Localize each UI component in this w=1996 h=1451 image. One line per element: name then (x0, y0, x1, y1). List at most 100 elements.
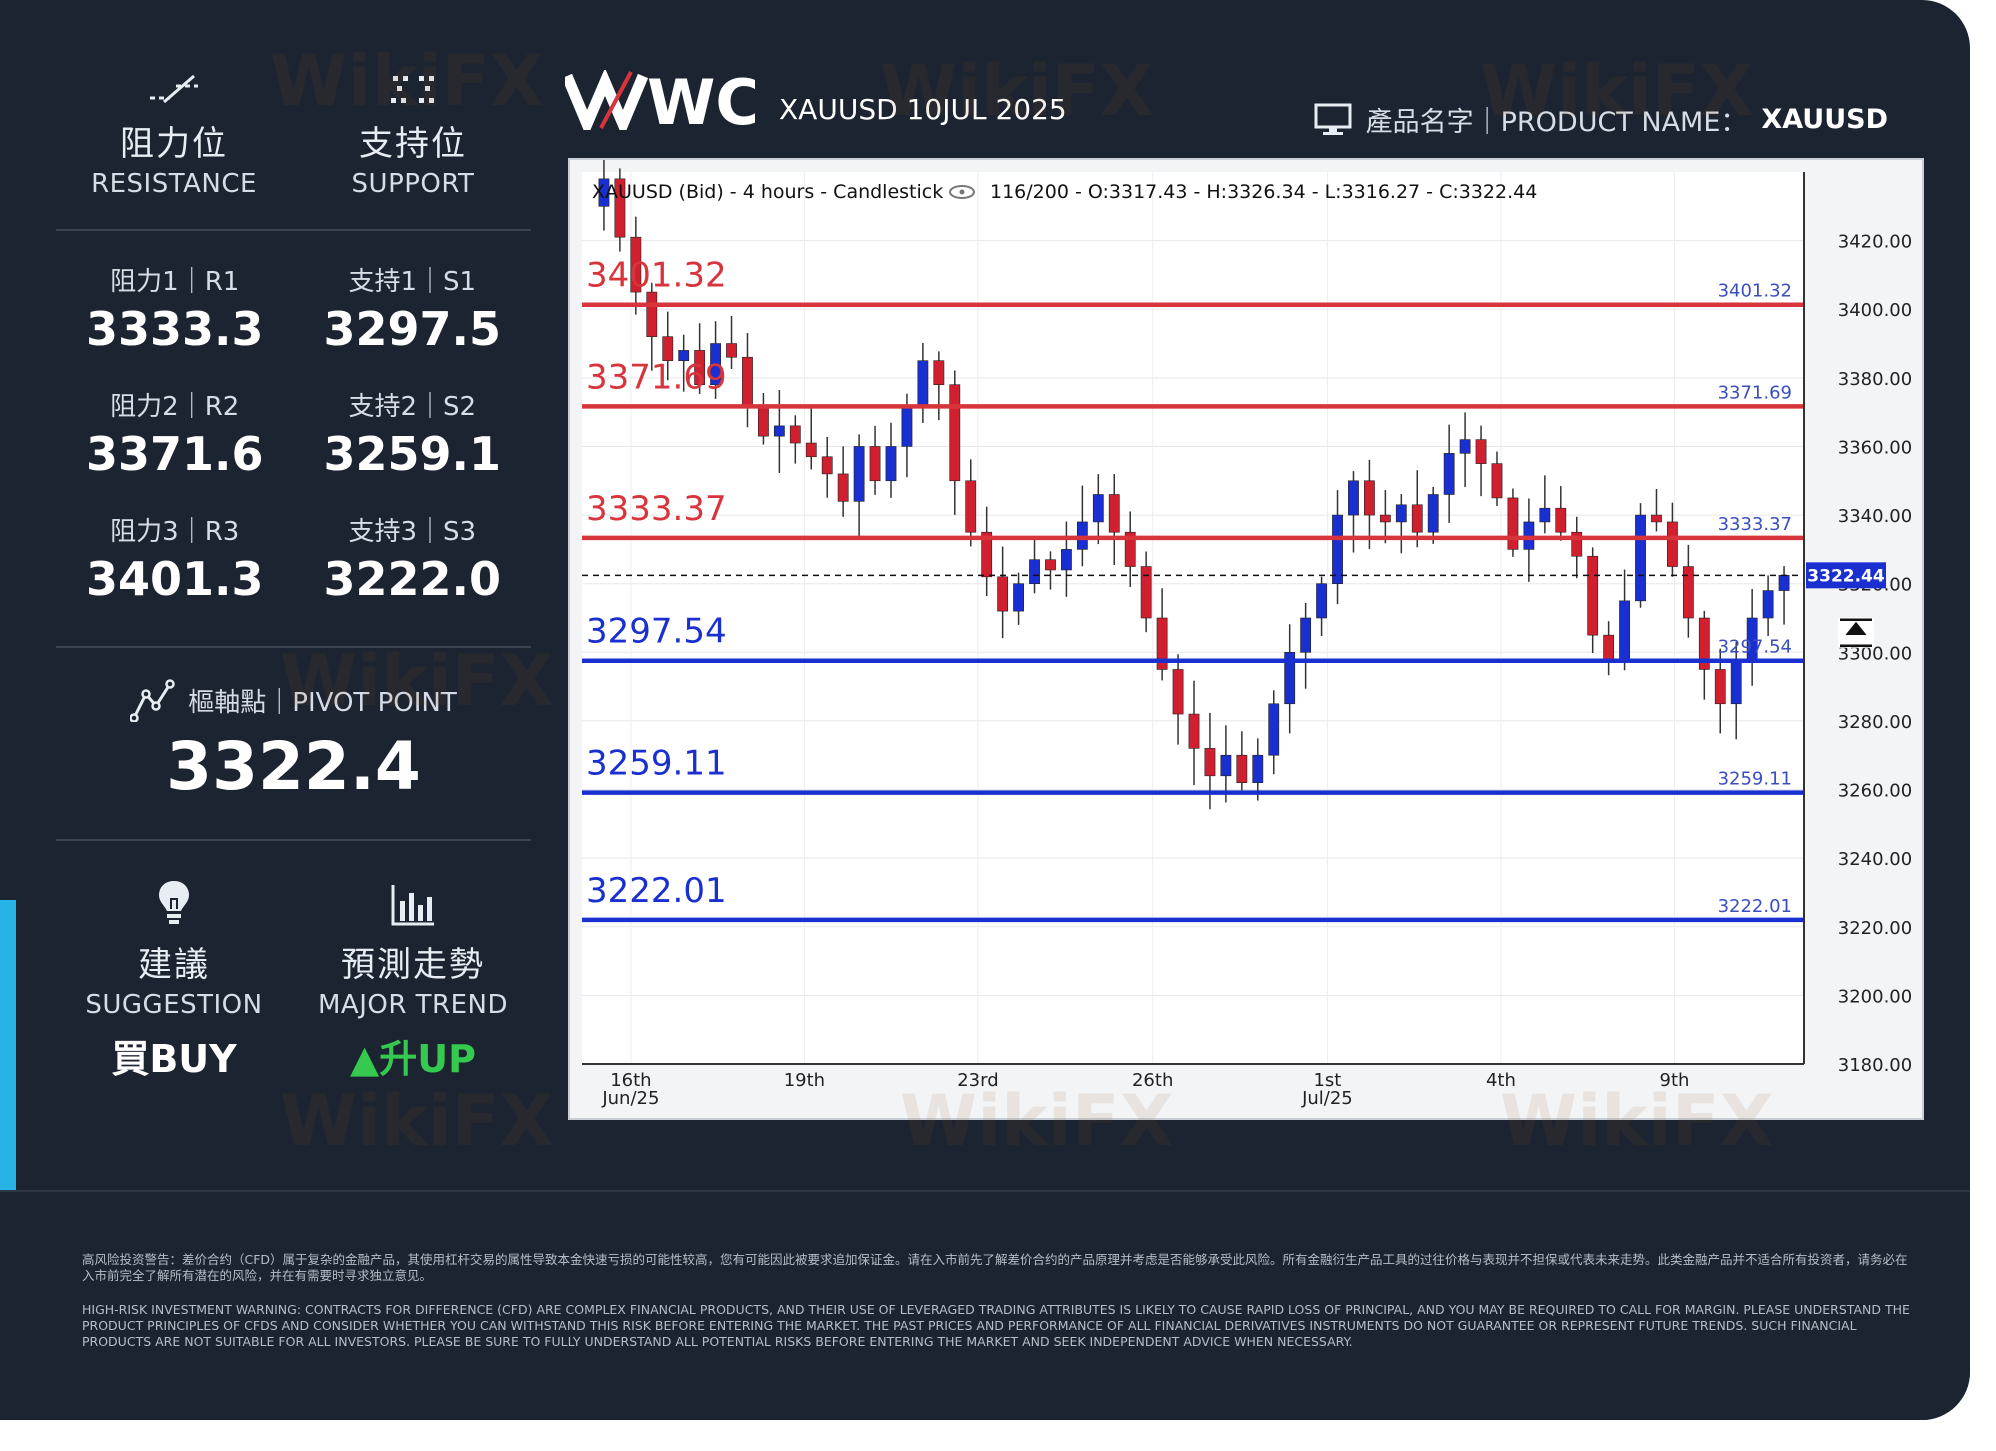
candle-body (821, 456, 833, 475)
support-cn: 支持位 (359, 124, 467, 164)
level-label: 支持2｜S2 (348, 392, 477, 422)
eye-icon-pupil (959, 189, 965, 195)
level-label-left: 3222.01 (586, 871, 727, 911)
level-label: 阻力3｜R3 (110, 517, 240, 547)
divider (56, 646, 531, 648)
logo-text: WCG (647, 70, 755, 130)
chart-title: XAUUSD (Bid) - 4 hours - Candlestick (592, 181, 943, 203)
levels-grid: 阻力1｜R1 3333.3 支持1｜S1 3297.5 阻力2｜R2 3371.… (56, 261, 531, 606)
suggestion-cn: 建議 (138, 945, 210, 985)
level-label-right: 3222.01 (1718, 896, 1792, 917)
level-r1: 阻力1｜R1 3333.3 (56, 261, 294, 356)
candle-body (837, 473, 849, 502)
x-tick-label: 19th (784, 1070, 825, 1091)
level-r2: 阻力2｜R2 3371.6 (56, 386, 294, 481)
x-tick-label: 4th (1486, 1070, 1516, 1091)
candle-body (965, 480, 977, 533)
candle-body (917, 360, 929, 406)
y-tick-label: 3280.00 (1838, 712, 1912, 733)
candle-body (1619, 600, 1630, 660)
level-value: 3297.5 (323, 302, 501, 356)
candle-body (805, 442, 817, 458)
suggestion-block: 建議 SUGGESTION 買BUY (56, 871, 292, 1083)
candle-body (1364, 480, 1375, 516)
candle-body (1204, 748, 1216, 777)
trend-label: 升UP (379, 1037, 476, 1081)
level-label-right: 3371.69 (1718, 382, 1792, 403)
level-label: 支持1｜S1 (348, 267, 477, 297)
candle-body (1061, 549, 1072, 571)
report-title: XAUUSD 10JUL 2025 (779, 93, 1067, 126)
level-s1: 支持1｜S1 3297.5 (294, 261, 532, 356)
x-tick-label: 9th (1660, 1070, 1690, 1091)
candle-body (1236, 754, 1248, 783)
level-value: 3259.1 (323, 427, 501, 481)
candle-body (933, 360, 945, 386)
candle-body (1667, 521, 1678, 567)
brand-header: WCG XAUUSD 10JUL 2025 (565, 70, 1067, 130)
candle-body (1411, 504, 1423, 533)
level-value: 3333.3 (85, 302, 264, 356)
candle-body (1730, 658, 1742, 705)
y-tick-label: 3420.00 (1838, 232, 1912, 253)
trend-arrow-icon: ▲ (350, 1037, 380, 1081)
level-label-left: 3259.11 (586, 744, 727, 784)
candle-body (1778, 575, 1790, 591)
candle-body (1300, 617, 1312, 653)
level-label: 支持3｜S3 (348, 517, 477, 547)
candle-body (1348, 480, 1359, 516)
candle-body (1539, 507, 1551, 523)
candle-body (1252, 754, 1264, 783)
candle-body (1762, 590, 1774, 619)
candle-body (1188, 713, 1200, 749)
watermark: WikiFX (280, 1080, 554, 1162)
trend-cn: 預測走勢 (341, 945, 485, 985)
candle-body (1635, 514, 1646, 602)
level-s3: 支持3｜S3 3222.0 (294, 511, 532, 606)
current-price-value: 3322.44 (1807, 566, 1885, 586)
level-label-left: 3401.32 (586, 256, 727, 296)
pivot-point: 樞軸點｜PIVOT POINT 3322.4 (56, 678, 531, 805)
y-tick-label: 3240.00 (1838, 849, 1912, 870)
level-label-left: 3333.37 (586, 489, 727, 529)
pivot-label: 樞軸點｜PIVOT POINT (188, 687, 457, 718)
pivot-value: 3322.4 (166, 728, 421, 805)
candle-body (949, 384, 961, 482)
monitor-icon (1314, 103, 1352, 135)
candle-body (1268, 703, 1280, 756)
level-value: 3401.3 (85, 552, 264, 606)
support-en: SUPPORT (351, 169, 475, 199)
candle-body (901, 404, 913, 447)
risk-footer: 高风险投资警告：差价合约（CFD）属于复杂的金融产品，其使用杠杆交易的属性导致本… (0, 1190, 1970, 1420)
candle-body (789, 425, 801, 444)
y-tick-label: 3340.00 (1838, 506, 1912, 527)
chart-frame: 3420.003400.003380.003360.003340.003320.… (568, 156, 1924, 1120)
candle-body (1587, 555, 1599, 636)
candle-body (742, 356, 753, 406)
x-tick-sublabel: Jul/25 (1301, 1088, 1353, 1109)
support-header: 支持位 SUPPORT (295, 60, 531, 199)
support-dots-icon (391, 76, 434, 103)
candle-body (1491, 463, 1503, 499)
level-value: 3222.0 (323, 552, 501, 606)
suggestion-en: SUGGESTION (85, 990, 263, 1020)
trend-en: MAJOR TREND (317, 990, 509, 1020)
candle-body (1651, 514, 1662, 523)
candle-body (1045, 559, 1056, 571)
pivot-line-icon (130, 679, 176, 722)
suggestion-value: 買BUY (111, 1037, 237, 1081)
lightbulb-icon (159, 881, 189, 924)
candle-body (1140, 566, 1152, 619)
candle-body (1682, 566, 1694, 619)
candle-body (1092, 494, 1104, 523)
candle-body (1108, 494, 1120, 533)
resistance-line-icon (150, 74, 198, 104)
candle-body (869, 446, 881, 482)
trend-value: ▲升UP (295, 1028, 531, 1083)
wcg-logo: WCG (565, 70, 755, 130)
y-tick-label: 3380.00 (1838, 369, 1912, 390)
x-tick-label: 26th (1132, 1070, 1173, 1091)
candle-body (1507, 497, 1519, 550)
candle-body (646, 291, 658, 337)
divider (56, 229, 531, 231)
